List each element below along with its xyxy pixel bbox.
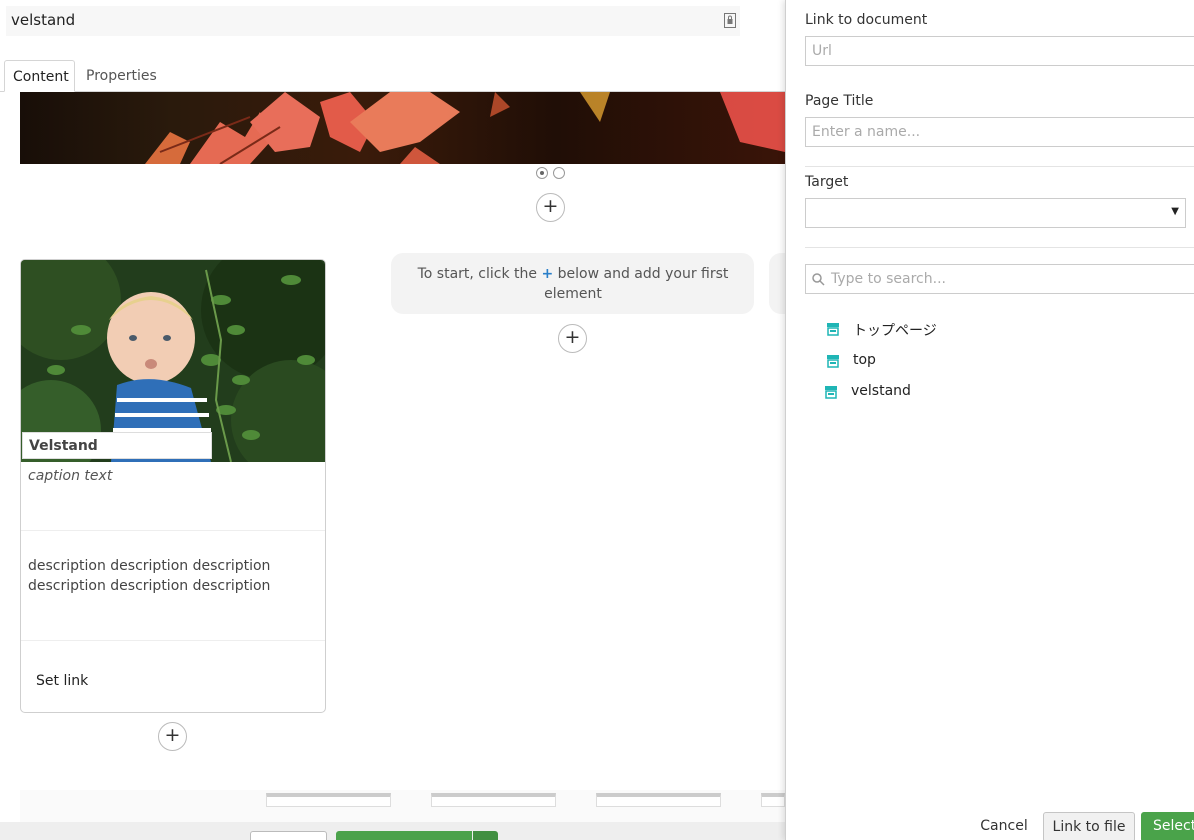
page-title-input[interactable]: Enter a name...	[805, 117, 1194, 147]
target-select[interactable]: ▼	[805, 198, 1186, 228]
select-button[interactable]: Select	[1141, 812, 1194, 840]
divider	[805, 166, 1194, 167]
empty-column	[769, 253, 785, 314]
target-label: Target	[805, 174, 849, 190]
plus-icon: +	[541, 266, 554, 282]
search-field[interactable]: Type to search...	[805, 264, 1194, 294]
document-lock-icon[interactable]	[724, 13, 736, 28]
tree-item-label: top	[853, 352, 876, 368]
carousel-pagination	[536, 167, 568, 181]
hint-text: below and add your first element	[544, 266, 729, 302]
store-icon	[825, 386, 837, 399]
add-element-button[interactable]: +	[536, 193, 565, 222]
page-title-label: Page Title	[805, 93, 874, 109]
cancel-button[interactable]: Cancel	[974, 812, 1034, 840]
preview-button[interactable]	[250, 831, 327, 840]
layout-template[interactable]	[266, 793, 391, 807]
search-input[interactable]: Type to search...	[831, 271, 946, 287]
carousel-dot-active[interactable]	[536, 167, 548, 179]
url-input[interactable]: Url	[805, 36, 1194, 66]
add-element-button[interactable]: +	[558, 324, 587, 353]
store-icon	[827, 355, 839, 368]
content-editor: velstand Content Properties + Velstand c…	[0, 0, 785, 840]
card-description[interactable]: description description description desc…	[28, 556, 278, 596]
node-name-bar[interactable]: velstand	[6, 6, 740, 36]
store-icon	[827, 323, 839, 336]
set-link-button[interactable]: Set link	[36, 673, 88, 689]
hint-text: To start, click the	[417, 266, 538, 282]
tab-properties[interactable]: Properties	[78, 60, 165, 92]
carousel-banner-image	[20, 92, 785, 164]
tree-item-label: トップページ	[853, 323, 937, 339]
divider	[21, 530, 325, 531]
layout-template[interactable]	[431, 793, 556, 807]
save-publish-button[interactable]	[336, 831, 472, 840]
link-picker-panel: Link to document Url Page Title Enter a …	[785, 0, 1194, 840]
card-caption[interactable]: caption text	[28, 468, 112, 484]
add-element-button[interactable]: +	[158, 722, 187, 751]
layout-template[interactable]	[761, 793, 785, 807]
card-title[interactable]: Velstand	[22, 432, 212, 459]
link-to-file-button[interactable]: Link to file	[1043, 812, 1135, 840]
layout-template[interactable]	[596, 793, 721, 807]
divider	[805, 247, 1194, 248]
save-publish-dropdown[interactable]	[473, 831, 498, 840]
search-icon	[812, 273, 825, 286]
link-to-document-label: Link to document	[805, 12, 928, 28]
tab-content[interactable]: Content	[4, 60, 75, 92]
node-name-input[interactable]: velstand	[11, 11, 75, 29]
tree-item-label: velstand	[851, 383, 911, 399]
empty-column-hint: To start, click the + below and add your…	[398, 264, 748, 304]
divider	[21, 640, 325, 641]
chevron-down-icon: ▼	[1171, 206, 1179, 217]
carousel-dot[interactable]	[553, 167, 565, 179]
editor-tabs: Content Properties	[0, 58, 785, 92]
image-card[interactable]: Velstand caption text description descri…	[20, 259, 326, 713]
